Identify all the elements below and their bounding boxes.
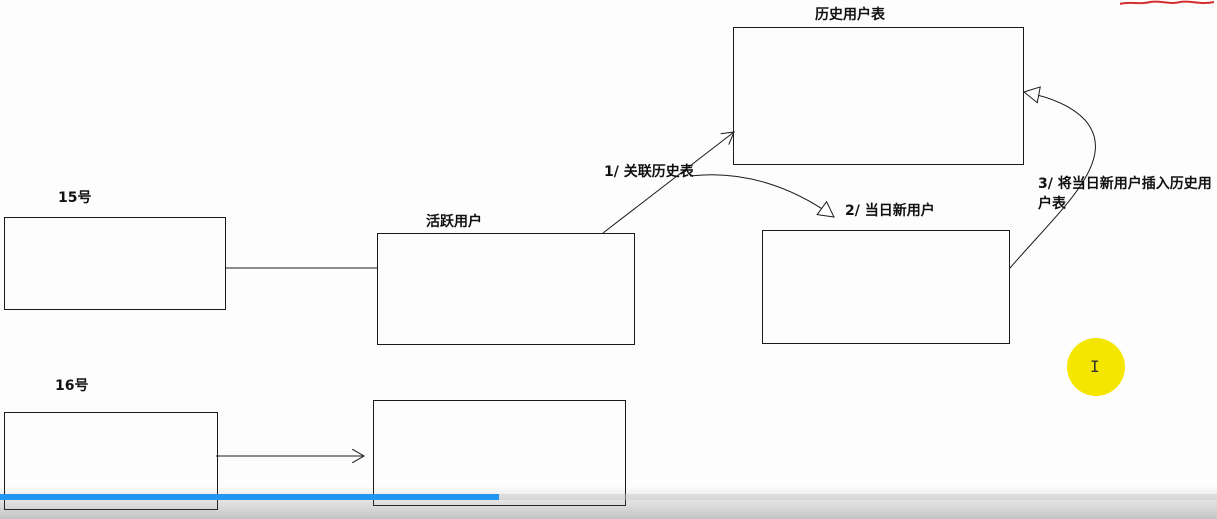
day16-label: 16号	[55, 378, 89, 394]
active-users-label: 活跃用户	[426, 214, 482, 230]
active-users-box	[377, 233, 635, 345]
arrow-step1-to-new-users	[689, 174, 835, 218]
video-progress-bar[interactable]	[0, 494, 1217, 500]
history-table-box	[733, 27, 1024, 165]
arrow-active-to-history	[602, 132, 734, 234]
day15-label: 15号	[58, 190, 92, 206]
diagram-canvas: 15号 16号 活跃用户 历史用户表 1/ 关联历史表 2/ 当日新用户 3/ …	[0, 0, 1217, 519]
step1-label: 1/ 关联历史表	[604, 164, 694, 180]
step2-label: 2/ 当日新用户	[845, 203, 935, 219]
corner-annotation-mark	[1118, 0, 1217, 6]
video-progress-fill	[0, 494, 499, 500]
history-table-label: 历史用户表	[815, 7, 885, 23]
new-users-box	[762, 230, 1010, 344]
player-overlay	[0, 486, 1217, 519]
day15-box	[4, 217, 226, 310]
i-beam-cursor-icon: I	[1090, 357, 1100, 376]
step3-label: 3/ 将当日新用户插入历史用户表	[1038, 176, 1212, 212]
